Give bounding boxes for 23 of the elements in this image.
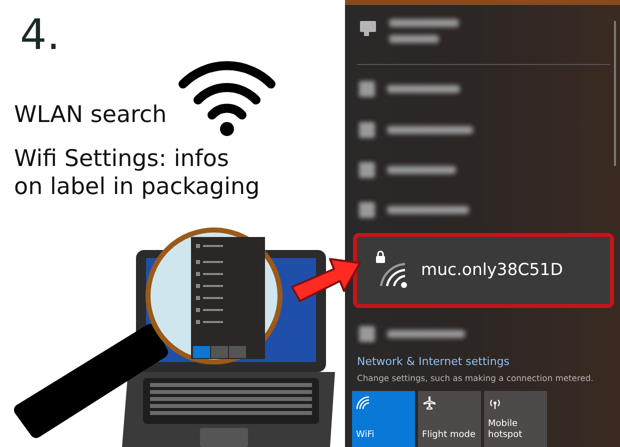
blurred-network-name [389, 19, 459, 27]
step-number: 4. [20, 14, 62, 56]
settings-hint: Change settings, such as making a connection metered. [357, 372, 594, 386]
instruction-text: WLAN search [14, 102, 167, 130]
airplane-icon [422, 396, 436, 410]
blurred-network-icon [359, 326, 375, 342]
quick-action-tile[interactable]: Mobile hotspot [484, 391, 547, 447]
quick-action-tile[interactable]: WiFi [352, 391, 415, 447]
instruction-text: on label in packaging [14, 174, 261, 202]
locked-wifi-icon [375, 250, 409, 290]
blurred-network-name [387, 166, 456, 174]
monitor-icon [359, 19, 377, 37]
wifi-icon [356, 396, 370, 410]
blurred-network-icon [359, 81, 375, 98]
blurred-network-icon [359, 202, 375, 218]
blurred-network-icon [359, 122, 375, 138]
blurred-status-text [389, 35, 439, 43]
instruction-text: Wifi Settings: infos [14, 146, 230, 174]
wifi-icon [176, 58, 277, 138]
network-item[interactable]: muc.only38C51D [353, 232, 614, 308]
settings-link[interactable]: Network & Internet settings [357, 354, 620, 370]
blurred-network-icon [359, 162, 375, 178]
quick-action-tile[interactable]: Flight mode [418, 391, 481, 447]
